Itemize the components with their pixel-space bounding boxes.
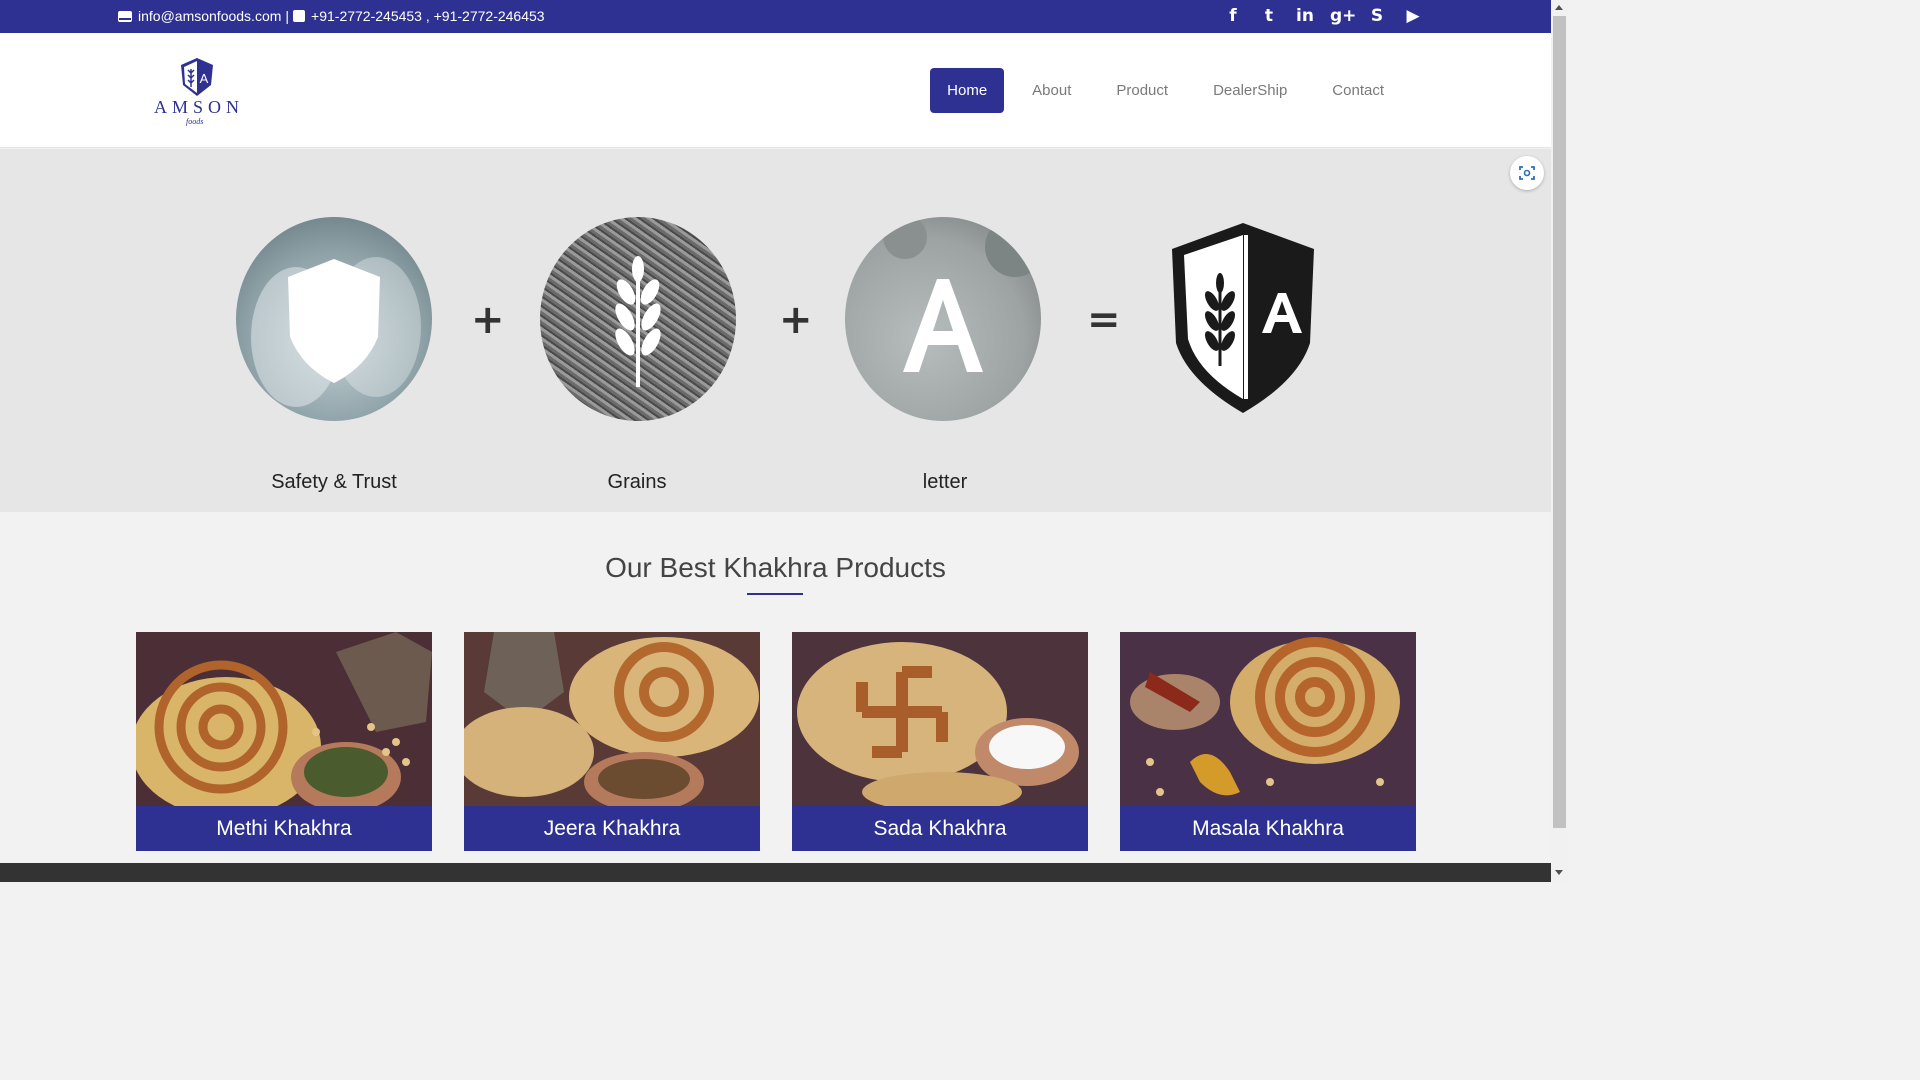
amson-logo[interactable]: A AMSON foods	[146, 55, 252, 131]
equals-operator: =	[1087, 297, 1121, 343]
phone-numbers[interactable]: +91-2772-245453 , +91-2772-246453	[311, 8, 545, 24]
main-navigation: Home About Product DealerShip Contact	[930, 68, 1401, 113]
phone-icon	[293, 10, 306, 22]
social-links: f t in g+ S ▶	[1222, 5, 1424, 27]
site-header: A AMSON foods Home About Product DealerS…	[0, 33, 1551, 148]
letter-a-icon	[883, 217, 1041, 372]
masala-khakhra-image[interactable]	[1120, 632, 1416, 806]
skype-icon[interactable]: S	[1366, 5, 1388, 27]
plus-operator-2: +	[779, 297, 813, 343]
logo-sub-text: foods	[186, 117, 204, 126]
nav-home[interactable]: Home	[930, 68, 1005, 113]
visual-search-button[interactable]	[1510, 156, 1544, 190]
caption-grains: Grains	[607, 471, 667, 493]
nav-dealership[interactable]: DealerShip	[1196, 68, 1304, 113]
linkedin-icon[interactable]: in	[1294, 5, 1316, 27]
safety-trust-image	[236, 217, 432, 421]
product-card-jeera[interactable]: Jeera Khakhra	[464, 632, 760, 851]
products-section: Our Best Khakhra Products Methi Khakhra	[0, 512, 1551, 863]
nav-about[interactable]: About	[1015, 68, 1088, 113]
lens-icon	[1519, 166, 1535, 180]
product-name[interactable]: Jeera Khakhra	[464, 806, 760, 851]
methi-khakhra-image[interactable]	[136, 632, 432, 806]
svg-text:A: A	[200, 71, 209, 86]
top-contact-bar: info@amsonfoods.com | +91-2772-245453 , …	[0, 0, 1551, 33]
google-plus-icon[interactable]: g+	[1330, 5, 1356, 27]
letter-image	[845, 217, 1041, 421]
caption-letter: letter	[922, 471, 968, 493]
twitter-icon[interactable]: t	[1258, 5, 1280, 27]
footer-strip	[0, 863, 1551, 882]
youtube-icon[interactable]: ▶	[1402, 5, 1424, 27]
product-name[interactable]: Masala Khakhra	[1120, 806, 1416, 851]
scroll-up-arrow-icon[interactable]	[1555, 5, 1563, 10]
email-link[interactable]: info@amsonfoods.com	[138, 8, 281, 24]
facebook-icon[interactable]: f	[1222, 5, 1244, 27]
contact-info: info@amsonfoods.com | +91-2772-245453 , …	[118, 8, 545, 24]
title-underline	[747, 593, 803, 595]
product-name[interactable]: Methi Khakhra	[136, 806, 432, 851]
sada-khakhra-image[interactable]	[792, 632, 1088, 806]
plus-operator: +	[471, 297, 505, 343]
product-card-masala[interactable]: Masala Khakhra	[1120, 632, 1416, 851]
scroll-down-arrow-icon[interactable]	[1555, 870, 1563, 875]
product-card-methi[interactable]: Methi Khakhra	[136, 632, 432, 851]
envelope-icon	[118, 10, 132, 22]
jeera-khakhra-image[interactable]	[464, 632, 760, 806]
wheat-icon	[615, 256, 661, 387]
grains-image	[540, 217, 736, 421]
product-card-sada[interactable]: Sada Khakhra	[792, 632, 1088, 851]
nav-contact[interactable]: Contact	[1315, 68, 1401, 113]
logo-brand-text: AMSON	[153, 97, 244, 117]
nav-product[interactable]: Product	[1099, 68, 1185, 113]
product-name[interactable]: Sada Khakhra	[792, 806, 1088, 851]
products-title: Our Best Khakhra Products	[605, 552, 946, 583]
caption-safety-trust: Safety & Trust	[271, 471, 397, 493]
logo-concept-banner: + + = Safety & Trust Grains letter	[0, 149, 1551, 512]
separator: |	[285, 8, 290, 24]
scrollbar-thumb[interactable]	[1553, 16, 1566, 828]
page-scrollbar[interactable]	[1551, 0, 1568, 882]
logo-shield-icon: A	[181, 58, 213, 96]
shield-in-hands-icon	[251, 257, 421, 407]
amson-shield-icon	[1172, 223, 1314, 413]
